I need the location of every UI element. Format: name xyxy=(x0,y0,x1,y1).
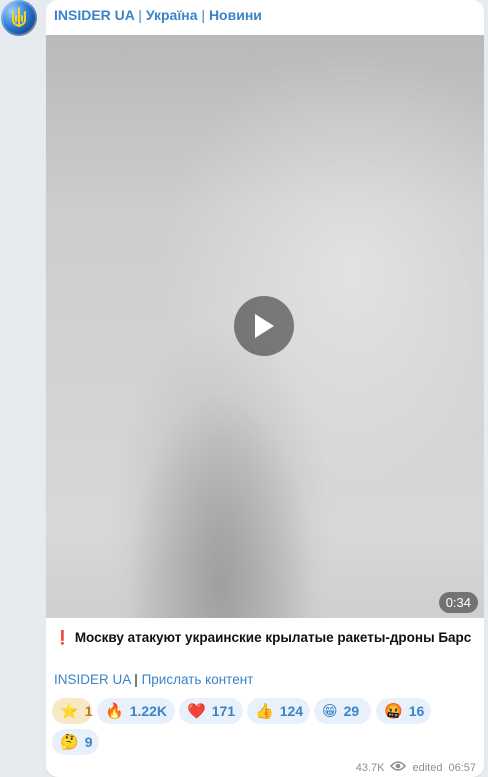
thumbs-up-icon: 👍 xyxy=(255,702,274,720)
message-meta: 43.7K edited 06:57 xyxy=(356,761,476,774)
channel-name-part2[interactable]: Україна xyxy=(146,7,198,23)
reaction-grin[interactable]: 😁 29 xyxy=(314,698,371,724)
channel-avatar[interactable] xyxy=(1,0,37,36)
reaction-thumbs-up[interactable]: 👍 124 xyxy=(247,698,310,724)
edited-label: edited xyxy=(412,761,443,774)
post-headline: ❗ Москву атакуют украинские крылатые раке… xyxy=(54,630,471,646)
heart-icon: ❤️ xyxy=(187,702,206,720)
reaction-count: 16 xyxy=(408,703,425,719)
play-button[interactable] xyxy=(234,296,294,356)
post-links: INSIDER UA | Прислать контент xyxy=(54,672,253,687)
reaction-star[interactable]: ⭐ 1 xyxy=(52,698,92,724)
video-duration: 0:34 xyxy=(438,592,478,613)
eye-icon xyxy=(390,761,407,774)
channel-title[interactable]: INSIDER UA | Україна | Новини xyxy=(54,7,262,23)
reaction-count: 1.22K xyxy=(129,703,168,719)
message-time: 06:57 xyxy=(448,761,476,774)
fire-icon: 🔥 xyxy=(105,702,124,720)
grin-icon: 😁 xyxy=(322,702,338,720)
reaction-count: 124 xyxy=(279,703,304,719)
reaction-count: 171 xyxy=(211,703,236,719)
channel-name[interactable]: INSIDER UA xyxy=(54,7,134,23)
title-separator: | xyxy=(201,7,206,23)
reaction-fire[interactable]: 🔥 1.22K xyxy=(97,698,175,724)
message-bubble: INSIDER UA | Україна | Новини 0:34 ❗ Моск… xyxy=(46,0,484,777)
video-preview[interactable]: 0:34 xyxy=(46,35,484,618)
send-content-link[interactable]: Прислать контент xyxy=(142,672,254,687)
exclamation-icon: ❗ xyxy=(54,630,71,645)
reaction-count: 29 xyxy=(343,703,360,719)
view-count: 43.7K xyxy=(355,761,385,774)
channel-name-part3[interactable]: Новини xyxy=(209,7,262,23)
title-separator: | xyxy=(138,7,142,23)
reaction-count: 9 xyxy=(84,734,93,750)
thinking-face-icon: 🤔 xyxy=(60,733,79,751)
angry-face-icon: 🤬 xyxy=(384,702,403,720)
play-icon xyxy=(255,314,274,338)
reaction-angry[interactable]: 🤬 16 xyxy=(376,698,431,724)
reaction-thinking[interactable]: 🤔 9 xyxy=(52,729,99,755)
headline-text: Москву атакуют украинские крылатые ракет… xyxy=(74,630,472,645)
links-separator: | xyxy=(134,672,138,687)
star-icon: ⭐ xyxy=(60,702,79,720)
channel-link[interactable]: INSIDER UA xyxy=(54,672,131,687)
reaction-count: 1 xyxy=(84,703,93,719)
reaction-heart[interactable]: ❤️ 171 xyxy=(179,698,243,724)
trident-icon xyxy=(12,7,26,28)
